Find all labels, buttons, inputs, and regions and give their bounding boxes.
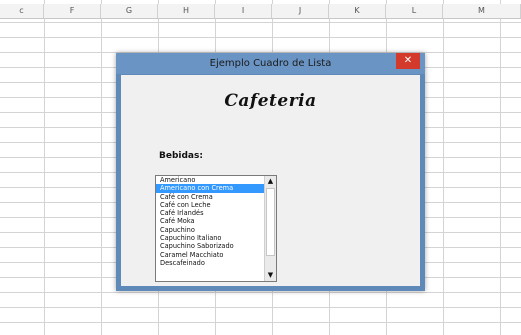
column-header[interactable]: J (272, 4, 329, 18)
list-item[interactable]: Capuchino (156, 226, 265, 234)
list-item[interactable]: Café con Crema (156, 193, 265, 201)
scroll-up-arrow-icon: ▲ (267, 177, 274, 185)
dialog-titlebar[interactable]: Ejemplo Cuadro de Lista ✕ (116, 53, 425, 74)
cafeteria-logo-text: Cafeteria (224, 91, 317, 111)
column-header[interactable]: G (101, 4, 158, 18)
close-icon: ✕ (403, 55, 413, 66)
column-header[interactable]: c (0, 4, 44, 18)
list-item[interactable]: Capuchino Italiano (156, 234, 265, 242)
list-item[interactable]: Café con Leche (156, 201, 265, 209)
list-item[interactable]: Caramel Macchiato (156, 251, 265, 259)
column-header[interactable]: L (386, 4, 443, 18)
column-header[interactable]: M (443, 4, 521, 18)
list-item[interactable]: Descafeinado (156, 259, 265, 267)
column-header-bar: c F G H I J K L M (0, 4, 521, 19)
list-item[interactable]: Café Irlandés (156, 209, 265, 217)
scroll-up-button[interactable]: ▲ (265, 176, 276, 187)
drinks-label: Bebidas: (159, 151, 203, 161)
list-item[interactable]: Café Moka (156, 217, 265, 225)
list-item[interactable]: Americano (156, 176, 265, 184)
scroll-thumb[interactable] (266, 188, 275, 256)
dialog-title: Ejemplo Cuadro de Lista (209, 58, 332, 69)
column-header[interactable]: F (44, 4, 101, 18)
drinks-listbox[interactable]: Americano Americano con Crema Café con Cre… (155, 175, 277, 282)
list-item[interactable]: Americano con Crema (156, 184, 265, 193)
column-header[interactable]: K (329, 4, 386, 18)
scroll-down-button[interactable]: ▼ (265, 270, 276, 281)
scroll-down-arrow-icon: ▼ (267, 271, 274, 279)
column-header[interactable]: I (215, 4, 272, 18)
dialog-body: Cafeteria Bebidas: Americano Americano co… (121, 75, 420, 286)
list-item[interactable]: Capuchino Saborizado (156, 242, 265, 250)
listbox-items: Americano Americano con Crema Café con Cre… (156, 176, 265, 267)
column-header[interactable]: H (158, 4, 215, 18)
listbox-scrollbar[interactable]: ▲ ▼ (264, 176, 276, 281)
listbox-dialog: Ejemplo Cuadro de Lista ✕ Cafeteria Bebi… (116, 53, 425, 291)
close-button[interactable]: ✕ (396, 53, 420, 69)
